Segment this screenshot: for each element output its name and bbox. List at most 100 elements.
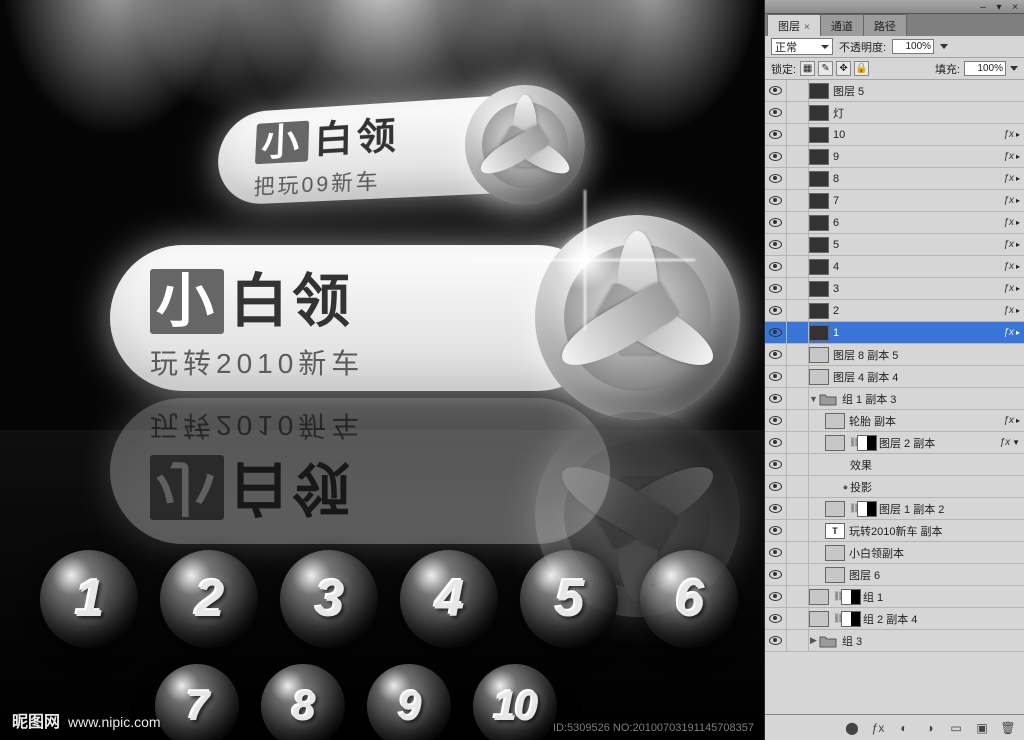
lock-transparency-icon[interactable]: ▦ bbox=[800, 61, 815, 76]
link-cell[interactable] bbox=[787, 608, 809, 630]
layer-name[interactable]: 图层 2 副本 bbox=[879, 435, 1000, 451]
fx-badge-icon[interactable]: ƒx bbox=[1003, 327, 1014, 338]
layer-name[interactable]: 轮胎 副本 bbox=[849, 413, 1003, 429]
layer-thumbnail[interactable] bbox=[809, 281, 829, 297]
visibility-toggle[interactable] bbox=[765, 608, 787, 630]
layer-name[interactable]: 组 2 副本 4 bbox=[863, 611, 1024, 627]
fx-arrow-icon[interactable]: ▸ bbox=[1016, 240, 1020, 249]
layer-thumbnail[interactable] bbox=[809, 303, 829, 319]
visibility-toggle[interactable] bbox=[765, 432, 787, 454]
layer-thumbnail[interactable] bbox=[809, 105, 829, 121]
visibility-toggle[interactable] bbox=[765, 586, 787, 608]
fx-icon[interactable]: ƒx bbox=[868, 719, 888, 737]
link-cell[interactable] bbox=[787, 300, 809, 322]
close-icon[interactable]: ▾ bbox=[993, 2, 1005, 12]
fx-arrow-icon[interactable]: ▸ bbox=[1016, 174, 1020, 183]
layer-name[interactable]: 7 bbox=[833, 195, 1003, 207]
fill-input[interactable]: 100% bbox=[964, 61, 1006, 76]
layer-name[interactable]: 小白领副本 bbox=[849, 545, 1024, 561]
tab-路径[interactable]: 路径 bbox=[863, 14, 907, 36]
visibility-toggle[interactable] bbox=[765, 520, 787, 542]
visibility-toggle[interactable] bbox=[765, 168, 787, 190]
visibility-toggle[interactable] bbox=[765, 542, 787, 564]
link-cell[interactable] bbox=[787, 124, 809, 146]
new-group-icon[interactable]: ▭ bbox=[946, 719, 966, 737]
visibility-toggle[interactable] bbox=[765, 366, 787, 388]
document-canvas[interactable]: 小白领 把玩09新车 小白领 玩转2010新车 小白领 玩转2010新车 123… bbox=[0, 0, 764, 740]
fx-arrow-icon[interactable]: ▸ bbox=[1016, 152, 1020, 161]
visibility-toggle[interactable] bbox=[765, 498, 787, 520]
fx-badge-icon[interactable]: ƒx bbox=[1003, 173, 1014, 184]
layer-row[interactable]: 效果 bbox=[765, 454, 1024, 476]
layer-row[interactable]: 9ƒx▸ bbox=[765, 146, 1024, 168]
opacity-slider-icon[interactable] bbox=[940, 44, 948, 49]
tab-图层[interactable]: 图层× bbox=[767, 14, 821, 36]
link-cell[interactable] bbox=[787, 410, 809, 432]
link-cell[interactable] bbox=[787, 234, 809, 256]
link-cell[interactable] bbox=[787, 476, 809, 498]
fx-badge-icon[interactable]: ƒx bbox=[1003, 283, 1014, 294]
fill-slider-icon[interactable] bbox=[1010, 66, 1018, 71]
fx-badge-icon[interactable]: ƒx bbox=[1003, 415, 1014, 426]
layer-thumbnail[interactable] bbox=[809, 83, 829, 99]
visibility-toggle[interactable] bbox=[765, 564, 787, 586]
link-cell[interactable] bbox=[787, 322, 809, 344]
layer-thumbnail[interactable] bbox=[825, 501, 845, 517]
fx-badge-icon[interactable]: ƒx bbox=[1003, 239, 1014, 250]
layer-thumbnail[interactable] bbox=[809, 171, 829, 187]
visibility-toggle[interactable] bbox=[765, 630, 787, 652]
visibility-toggle[interactable] bbox=[765, 102, 787, 124]
link-cell[interactable] bbox=[787, 80, 809, 102]
layer-thumbnail[interactable] bbox=[809, 589, 829, 605]
layer-name[interactable]: 灯 bbox=[833, 105, 1024, 121]
chain-icon[interactable]: ⛓ bbox=[849, 437, 857, 448]
link-cell[interactable] bbox=[787, 388, 809, 410]
chain-icon[interactable]: ⛓ bbox=[833, 613, 841, 624]
fx-arrow-icon[interactable]: ▸ bbox=[1016, 130, 1020, 139]
link-cell[interactable] bbox=[787, 366, 809, 388]
layer-name[interactable]: 2 bbox=[833, 305, 1003, 317]
visibility-toggle[interactable] bbox=[765, 454, 787, 476]
layer-thumbnail[interactable] bbox=[825, 435, 845, 451]
layer-thumbnail[interactable] bbox=[809, 325, 829, 341]
lock-pixels-icon[interactable]: ✎ bbox=[818, 61, 833, 76]
layer-name[interactable]: 10 bbox=[833, 129, 1003, 141]
text-layer-icon[interactable]: T bbox=[825, 523, 845, 539]
layer-thumbnail[interactable] bbox=[825, 413, 845, 429]
layer-row[interactable]: 图层 5 bbox=[765, 80, 1024, 102]
link-cell[interactable] bbox=[787, 344, 809, 366]
layer-name[interactable]: 图层 6 bbox=[849, 567, 1024, 583]
layer-name[interactable]: 8 bbox=[833, 173, 1003, 185]
chain-icon[interactable]: ⛓ bbox=[833, 591, 841, 602]
layer-name[interactable]: 6 bbox=[833, 217, 1003, 229]
link-cell[interactable] bbox=[787, 102, 809, 124]
link-cell[interactable] bbox=[787, 542, 809, 564]
layer-row[interactable]: 灯 bbox=[765, 102, 1024, 124]
layer-name[interactable]: 投影 bbox=[850, 479, 1024, 495]
opacity-input[interactable]: 100% bbox=[892, 39, 934, 54]
layer-name[interactable]: 图层 1 副本 2 bbox=[879, 501, 1024, 517]
mask-thumbnail[interactable] bbox=[857, 501, 877, 517]
layer-row[interactable]: 图层 8 副本 5 bbox=[765, 344, 1024, 366]
layer-thumbnail[interactable] bbox=[809, 259, 829, 275]
fx-badge-icon[interactable]: ƒx bbox=[1003, 261, 1014, 272]
layer-name[interactable]: 1 bbox=[833, 327, 1003, 339]
blend-mode-select[interactable]: 正常 bbox=[771, 38, 833, 55]
minimize-icon[interactable]: – bbox=[977, 2, 989, 12]
visibility-toggle[interactable] bbox=[765, 124, 787, 146]
link-cell[interactable] bbox=[787, 256, 809, 278]
layer-name[interactable]: 效果 bbox=[850, 457, 1024, 473]
link-cell[interactable] bbox=[787, 520, 809, 542]
layer-row[interactable]: 图层 6 bbox=[765, 564, 1024, 586]
new-layer-icon[interactable]: ▣ bbox=[972, 719, 992, 737]
layer-row[interactable]: ⛓图层 2 副本ƒx▼ bbox=[765, 432, 1024, 454]
layer-name[interactable]: 玩转2010新车 副本 bbox=[849, 523, 1024, 539]
layer-thumbnail[interactable] bbox=[809, 611, 829, 627]
link-cell[interactable] bbox=[787, 630, 809, 652]
layer-name[interactable]: 图层 8 副本 5 bbox=[833, 347, 1024, 363]
visibility-toggle[interactable] bbox=[765, 410, 787, 432]
layer-row[interactable]: 6ƒx▸ bbox=[765, 212, 1024, 234]
fx-badge-icon[interactable]: ƒx bbox=[1003, 305, 1014, 316]
layer-name[interactable]: 9 bbox=[833, 151, 1003, 163]
layer-row[interactable]: ▶组 3 bbox=[765, 630, 1024, 652]
